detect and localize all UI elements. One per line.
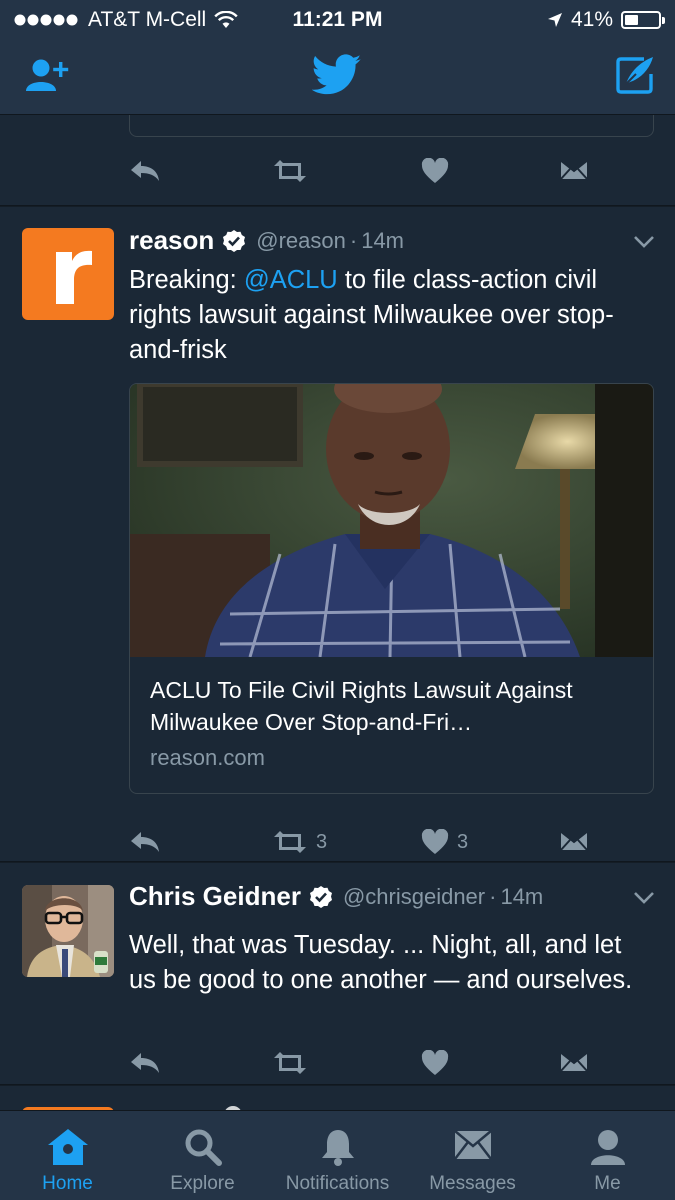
previous-tweet-card-bottom — [129, 115, 654, 137]
profile-photo — [22, 885, 114, 977]
retweet-count: 3 — [316, 830, 328, 853]
tweet-timestamp: 14m — [361, 227, 404, 253]
status-right: 41% — [547, 8, 665, 32]
verified-badge-icon — [223, 229, 246, 252]
like-button[interactable]: 3 — [421, 829, 468, 855]
reply-icon — [131, 1053, 159, 1073]
retweet-button[interactable]: 3 — [272, 829, 327, 855]
dm-envelope-icon — [559, 1051, 589, 1073]
direct-message-button[interactable] — [559, 1050, 589, 1074]
tab-label: Notifications — [285, 1173, 390, 1194]
timeline-feed[interactable]: reason @reason · 14m Breaking: @ACLU to … — [0, 115, 675, 1110]
tab-label: Me — [594, 1173, 621, 1194]
reply-button[interactable] — [129, 829, 161, 855]
next-tweet-partial[interactable] — [0, 1086, 675, 1110]
top-nav-bar — [0, 40, 675, 115]
display-name[interactable]: reason — [129, 225, 214, 256]
like-count: 3 — [457, 830, 469, 853]
chevron-down-icon[interactable] — [633, 235, 655, 249]
card-title[interactable]: ACLU To File Civil Rights Lawsuit Agains… — [150, 674, 633, 738]
card-domain: reason.com — [150, 745, 265, 770]
tweet-text: Breaking: @ACLU to file class-action civ… — [129, 266, 614, 364]
tweet-actions: 3 3 — [129, 829, 655, 859]
tweet-actions — [129, 1050, 655, 1080]
link-card[interactable]: ACLU To File Civil Rights Lawsuit Agains… — [129, 383, 654, 794]
retweet-icon — [274, 831, 306, 853]
chevron-down-icon[interactable] — [633, 891, 655, 905]
location-arrow-icon — [547, 13, 562, 27]
person-icon — [590, 1130, 625, 1165]
tweet-header: Chris Geidner @chrisgeidner · 14m — [129, 881, 543, 912]
signal-dots-icon — [14, 14, 78, 26]
envelope-icon — [453, 1130, 492, 1160]
tweet-timestamp: 14m — [500, 883, 544, 909]
avatar[interactable] — [22, 885, 114, 977]
direct-message-button[interactable] — [559, 829, 589, 853]
reply-button[interactable] — [129, 1050, 161, 1076]
retweet-icon — [274, 1052, 306, 1074]
twitter-bird-icon — [312, 54, 362, 95]
heart-icon — [421, 158, 449, 183]
retweet-icon — [274, 160, 306, 182]
reply-icon — [131, 161, 159, 181]
mention-link[interactable]: @ACLU — [244, 266, 338, 294]
dm-envelope-icon — [559, 830, 589, 852]
tweet-header: reason @reason · 14m — [129, 225, 404, 256]
heart-icon — [421, 1050, 449, 1075]
previous-tweet-partial[interactable] — [0, 115, 675, 206]
status-bar: AT&T M-Cell 11:21 PM 41% — [0, 0, 675, 40]
reply-button[interactable] — [129, 158, 161, 184]
retweet-button[interactable] — [272, 158, 308, 184]
verified-badge-icon — [309, 885, 332, 908]
tab-explore[interactable]: Explore — [135, 1111, 270, 1200]
reason-logo-icon — [56, 250, 92, 304]
battery-percent: 41% — [570, 8, 613, 31]
tab-label: Messages — [429, 1173, 516, 1194]
card-image[interactable] — [130, 384, 653, 657]
separator-dot: · — [349, 227, 358, 253]
heart-icon — [421, 829, 449, 854]
add-user-icon[interactable] — [24, 58, 70, 94]
home-icon — [47, 1129, 88, 1165]
compose-tweet-icon[interactable] — [614, 54, 656, 96]
battery-icon — [621, 11, 665, 29]
reply-icon — [131, 832, 159, 852]
tweet-text: Well, that was Tuesday. ... Night, all, … — [129, 931, 633, 994]
tab-notifications[interactable]: Notifications — [270, 1111, 405, 1200]
user-handle[interactable]: @reason — [256, 228, 346, 254]
tab-label: Explore — [170, 1173, 235, 1194]
tab-home[interactable]: Home — [0, 1111, 135, 1200]
tweet-actions — [129, 158, 655, 188]
separator-dot: · — [489, 883, 497, 909]
dm-envelope-icon — [559, 159, 589, 181]
card-photo — [130, 384, 653, 657]
wifi-icon — [214, 11, 238, 28]
tab-label: Home — [42, 1173, 93, 1194]
like-button[interactable] — [421, 1050, 449, 1076]
like-button[interactable] — [421, 158, 449, 184]
direct-message-button[interactable] — [559, 158, 589, 182]
bell-icon — [321, 1130, 354, 1166]
display-name[interactable]: Chris Geidner — [129, 881, 301, 912]
user-handle[interactable]: @chrisgeidner — [343, 884, 485, 910]
carrier-name: AT&T M-Cell — [88, 8, 207, 31]
tweet-reason[interactable]: reason @reason · 14m Breaking: @ACLU to … — [0, 207, 675, 862]
status-left: AT&T M-Cell — [14, 8, 238, 32]
search-icon — [185, 1129, 222, 1166]
tab-me[interactable]: Me — [540, 1111, 675, 1200]
tweet-chris-geidner[interactable]: Chris Geidner @chrisgeidner · 14m Well, … — [0, 863, 675, 1085]
bottom-tab-bar: Home Explore Notifications Messages Me — [0, 1110, 675, 1200]
retweet-button[interactable] — [272, 1050, 308, 1076]
tab-messages[interactable]: Messages — [405, 1111, 540, 1200]
avatar[interactable] — [22, 228, 114, 320]
